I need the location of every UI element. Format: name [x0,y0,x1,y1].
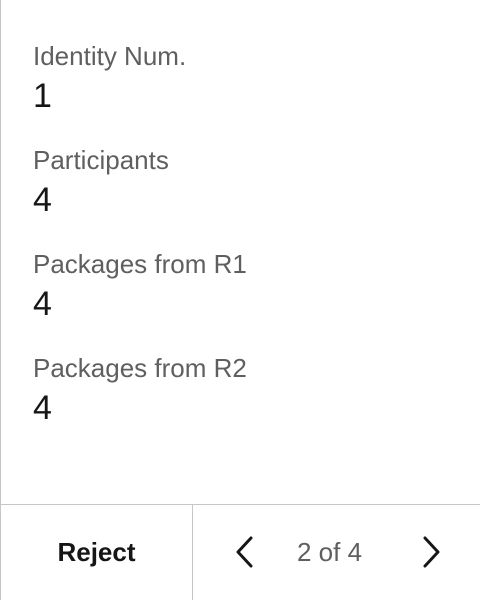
page-indicator: 2 of 4 [297,537,363,567]
field-value: 4 [33,285,52,323]
pagination: 2 of 4 [193,505,480,600]
field-label: Participants [33,145,169,175]
details-list: Identity Num. 1 Participants 4 Packages … [1,0,480,504]
chevron-right-icon[interactable] [411,532,451,572]
detail-panel: Identity Num. 1 Participants 4 Packages … [0,0,480,600]
footer-bar: Reject 2 of 4 [1,504,480,600]
reject-button[interactable]: Reject [1,505,193,600]
field-value: 1 [33,77,52,115]
field-label: Packages from R2 [33,353,247,383]
field-identity-num: Identity Num. 1 [33,40,186,116]
field-participants: Participants 4 [33,144,169,220]
field-packages-r1: Packages from R1 4 [33,248,247,324]
field-value: 4 [33,389,52,427]
field-label: Identity Num. [33,41,187,71]
field-packages-r2: Packages from R2 4 [33,352,247,428]
field-value: 4 [33,181,52,219]
chevron-left-icon[interactable] [225,532,265,572]
field-label: Packages from R1 [33,249,247,279]
